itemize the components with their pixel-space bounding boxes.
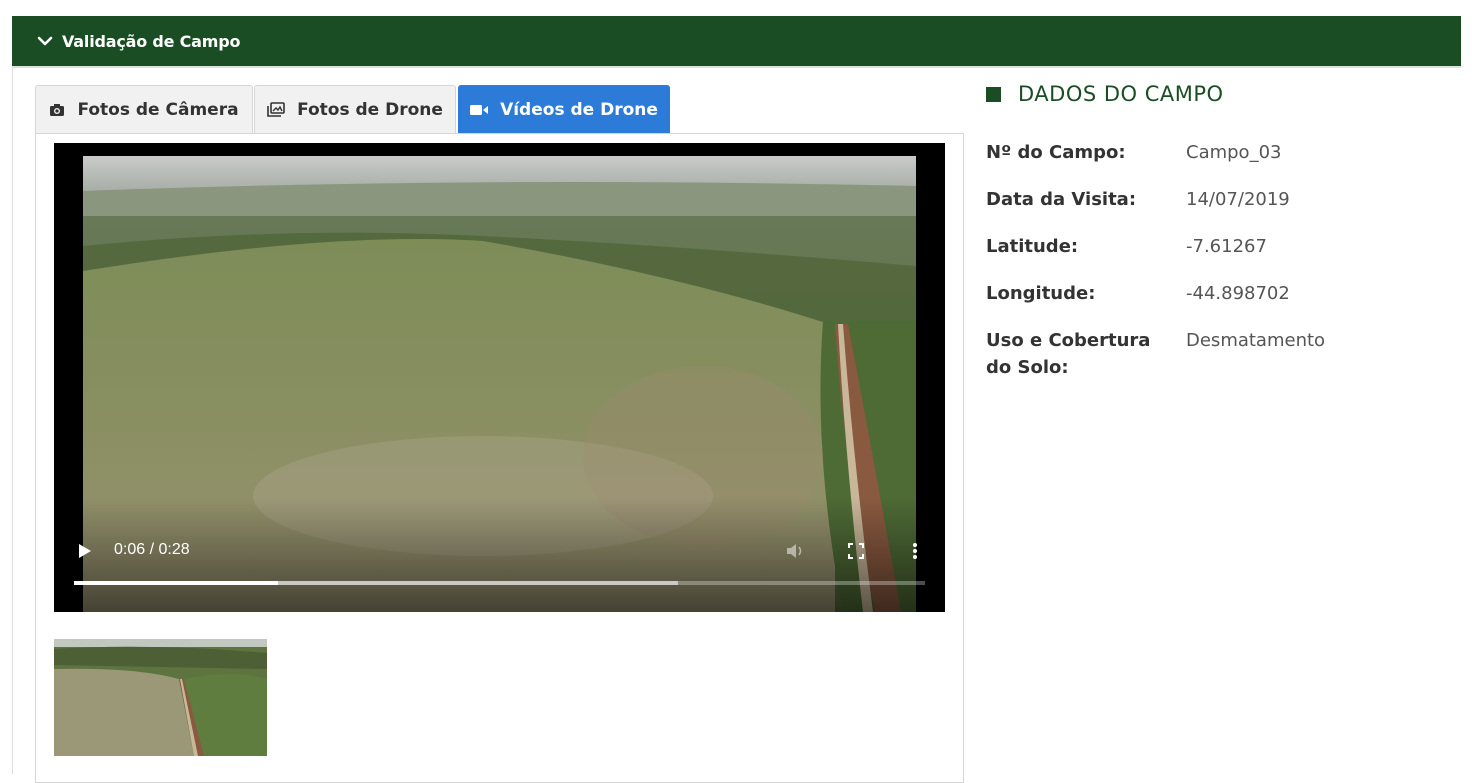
video-camera-icon bbox=[470, 104, 489, 115]
video-thumbnail[interactable] bbox=[54, 639, 267, 756]
fullscreen-icon[interactable] bbox=[848, 543, 864, 559]
tab-label: Fotos de Câmera bbox=[77, 99, 239, 120]
video-time: 0:06 / 0:28 bbox=[114, 541, 190, 558]
field-value-uso-solo: Desmatamento bbox=[1186, 330, 1326, 351]
field-label-campo: Nº do Campo: bbox=[986, 142, 1126, 163]
tab-camera-photos[interactable]: Fotos de Câmera bbox=[35, 85, 253, 133]
panel-title: Validação de Campo bbox=[62, 31, 241, 51]
field-label-uso-solo: Uso e Cobertura do Solo: bbox=[986, 330, 1151, 378]
tab-label: Fotos de Drone bbox=[297, 99, 443, 120]
play-icon[interactable] bbox=[78, 543, 92, 559]
field-value-latitude: -7.61267 bbox=[1186, 236, 1267, 257]
field-label-latitude: Latitude: bbox=[986, 236, 1079, 257]
more-options-icon[interactable] bbox=[912, 542, 918, 560]
chevron-down-icon bbox=[37, 36, 53, 46]
video-progress-bar[interactable] bbox=[74, 581, 925, 585]
field-value-campo: Campo_03 bbox=[1186, 142, 1282, 163]
square-icon bbox=[986, 86, 1001, 102]
tab-drone-photos[interactable]: Fotos de Drone bbox=[254, 85, 456, 133]
panel-header[interactable]: Validação de Campo bbox=[12, 16, 1461, 66]
field-label-data: Data da Visita: bbox=[986, 189, 1137, 210]
field-value-longitude: -44.898702 bbox=[1186, 283, 1290, 304]
video-player[interactable]: 0:06 / 0:28 bbox=[54, 143, 945, 612]
section-title-text: DADOS DO CAMPO bbox=[1018, 82, 1224, 106]
field-value-data: 14/07/2019 bbox=[1186, 189, 1290, 210]
played-bar bbox=[74, 581, 279, 585]
images-icon bbox=[267, 102, 285, 117]
volume-icon[interactable] bbox=[786, 542, 806, 560]
camera-icon bbox=[50, 103, 65, 116]
tab-drone-videos[interactable]: Vídeos de Drone bbox=[458, 85, 670, 133]
field-label-longitude: Longitude: bbox=[986, 283, 1096, 304]
section-title: DADOS DO CAMPO bbox=[986, 82, 1224, 106]
tab-label: Vídeos de Drone bbox=[500, 99, 658, 120]
